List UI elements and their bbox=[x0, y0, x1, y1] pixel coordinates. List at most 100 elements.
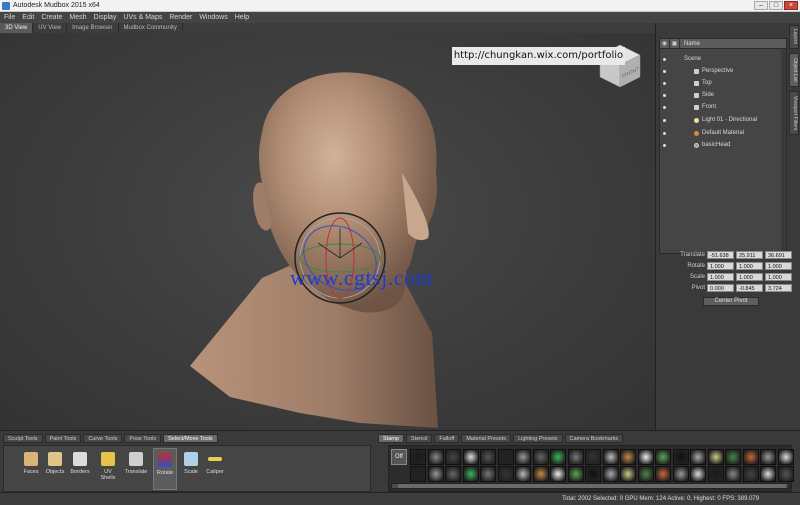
pivot-x-field[interactable]: 0.000 bbox=[707, 284, 734, 292]
stamp-thumbnail[interactable] bbox=[410, 466, 426, 482]
stamp-thumbnail[interactable] bbox=[515, 466, 531, 482]
tab-paint-tools[interactable]: Paint Tools bbox=[44, 434, 82, 443]
menu-uvs-maps[interactable]: UVs & Maps bbox=[123, 14, 162, 21]
visibility-dot[interactable] bbox=[663, 105, 666, 109]
tab-camera-bookmarks[interactable]: Camera Bookmarks bbox=[564, 434, 624, 443]
menu-mesh[interactable]: Mesh bbox=[69, 14, 86, 21]
faces-tool[interactable]: Faces bbox=[19, 448, 43, 490]
tab-object-list[interactable]: Object List bbox=[789, 53, 799, 87]
stamp-thumbnail[interactable] bbox=[655, 449, 671, 465]
translate-y-field[interactable]: 25.911 bbox=[736, 251, 763, 259]
stamp-thumbnail[interactable] bbox=[462, 466, 479, 482]
stamp-thumbnail[interactable] bbox=[462, 449, 479, 465]
visibility-dot[interactable] bbox=[663, 93, 666, 97]
scale-z-field[interactable]: 1.000 bbox=[765, 273, 792, 281]
stamp-thumbnail[interactable] bbox=[585, 449, 601, 465]
tab-image-browser[interactable]: Image Browser bbox=[67, 23, 119, 33]
menu-render[interactable]: Render bbox=[169, 14, 192, 21]
stamp-thumbnail[interactable] bbox=[742, 449, 759, 465]
tab-viewport-filters[interactable]: Viewport Filters bbox=[789, 91, 799, 135]
scale-tool[interactable]: Scale bbox=[179, 448, 203, 490]
stamp-thumbnail[interactable] bbox=[567, 449, 584, 465]
visibility-dot[interactable] bbox=[663, 143, 666, 147]
stamp-thumbnail[interactable] bbox=[480, 466, 496, 482]
pivot-y-field[interactable]: -0.845 bbox=[736, 284, 763, 292]
stamp-thumbnail[interactable] bbox=[602, 449, 619, 465]
menu-create[interactable]: Create bbox=[41, 14, 62, 21]
center-pivot-button[interactable]: Center Pivot bbox=[703, 297, 759, 306]
caliper-tool[interactable]: Caliper bbox=[203, 448, 227, 490]
stamp-thumbnail[interactable] bbox=[410, 449, 426, 465]
stamp-thumbnail[interactable] bbox=[742, 466, 759, 482]
stamp-thumbnail[interactable] bbox=[532, 466, 549, 482]
stamp-thumbnail[interactable] bbox=[620, 449, 636, 465]
stamp-thumbnail[interactable] bbox=[497, 449, 514, 465]
tab-sculpt-tools[interactable]: Sculpt Tools bbox=[3, 434, 43, 443]
minimize-button[interactable]: – bbox=[754, 1, 768, 10]
menu-windows[interactable]: Windows bbox=[199, 14, 227, 21]
stamp-thumbnail[interactable] bbox=[690, 449, 706, 465]
stamp-thumbnail[interactable] bbox=[515, 449, 531, 465]
stamp-thumbnail[interactable] bbox=[725, 466, 741, 482]
stamp-thumbnail[interactable] bbox=[672, 466, 689, 482]
stamp-thumbnail[interactable] bbox=[690, 466, 706, 482]
stamp-thumbnail[interactable] bbox=[725, 449, 741, 465]
rotate-y-field[interactable]: 1.000 bbox=[736, 262, 763, 270]
close-button[interactable]: × bbox=[784, 1, 798, 10]
stamp-thumbnail[interactable] bbox=[760, 466, 776, 482]
tab-curve-tools[interactable]: Curve Tools bbox=[83, 434, 123, 443]
outliner-item-perspective[interactable]: Perspective bbox=[660, 65, 786, 77]
tab-uv-view[interactable]: UV View bbox=[33, 23, 68, 33]
stamp-thumbnail[interactable] bbox=[427, 449, 444, 465]
stamp-thumbnail[interactable] bbox=[550, 466, 566, 482]
menu-edit[interactable]: Edit bbox=[22, 14, 34, 21]
stamp-thumbnail[interactable] bbox=[777, 466, 794, 482]
menu-help[interactable]: Help bbox=[235, 14, 249, 21]
tab-falloff[interactable]: Falloff bbox=[434, 434, 460, 443]
tab-stamp[interactable]: Stamp bbox=[378, 434, 404, 443]
stamp-thumbnail[interactable] bbox=[637, 466, 654, 482]
visibility-dot[interactable] bbox=[663, 81, 666, 85]
tab-lighting-presets[interactable]: Lighting Presets bbox=[513, 434, 563, 443]
outliner-item-default-material[interactable]: Default Material bbox=[660, 127, 786, 139]
pivot-z-field[interactable]: 3.724 bbox=[765, 284, 792, 292]
rotate-z-field[interactable]: 1.000 bbox=[765, 262, 792, 270]
stamp-thumbnail[interactable] bbox=[532, 449, 549, 465]
objects-tool[interactable]: Objects bbox=[43, 448, 67, 490]
visibility-eye-icon[interactable]: ◉ bbox=[660, 38, 670, 49]
stamp-tray-scrollbar[interactable] bbox=[391, 483, 789, 489]
rotate-x-field[interactable]: 1.000 bbox=[707, 262, 734, 270]
stamp-thumbnail[interactable] bbox=[445, 449, 461, 465]
tab-material-presets[interactable]: Material Presets bbox=[461, 434, 512, 443]
menu-file[interactable]: File bbox=[4, 14, 15, 21]
visibility-dot[interactable] bbox=[663, 57, 666, 61]
scrollbar-thumb[interactable] bbox=[398, 484, 786, 488]
scale-x-field[interactable]: 1.000 bbox=[707, 273, 734, 281]
outliner-item-top[interactable]: Top bbox=[660, 77, 786, 89]
tab-select-move-tools[interactable]: Select/Move Tools bbox=[163, 434, 218, 443]
menu-display[interactable]: Display bbox=[93, 14, 116, 21]
outliner-item-basichead[interactable]: basicHead bbox=[660, 139, 786, 151]
uv-shells-tool[interactable]: UV Shells bbox=[96, 448, 120, 490]
outliner-item-front[interactable]: Front bbox=[660, 101, 786, 113]
outliner-item-scene[interactable]: Scene bbox=[660, 53, 786, 65]
scale-y-field[interactable]: 1.000 bbox=[736, 273, 763, 281]
stamp-thumbnail[interactable] bbox=[567, 466, 584, 482]
stamp-thumbnail[interactable] bbox=[585, 466, 601, 482]
stamp-thumbnail[interactable] bbox=[707, 466, 724, 482]
stamp-thumbnail[interactable] bbox=[497, 466, 514, 482]
rotate-tool[interactable]: Rotate bbox=[153, 448, 177, 490]
maximize-button[interactable]: □ bbox=[769, 1, 783, 10]
object-list-scrollbar[interactable] bbox=[781, 49, 786, 253]
stamp-thumbnail[interactable] bbox=[445, 466, 461, 482]
stamp-thumbnail[interactable] bbox=[637, 449, 654, 465]
outliner-item-light[interactable]: Light 01 - Directional bbox=[660, 114, 786, 126]
stamp-thumbnail[interactable] bbox=[480, 449, 496, 465]
visibility-dot[interactable] bbox=[663, 131, 666, 135]
tab-3d-view[interactable]: 3D View bbox=[0, 23, 34, 33]
tab-mudbox-community[interactable]: Mudbox Community bbox=[119, 23, 183, 33]
stamp-thumbnail[interactable] bbox=[602, 466, 619, 482]
tab-pose-tools[interactable]: Pose Tools bbox=[124, 434, 162, 443]
stamp-thumbnail[interactable] bbox=[550, 449, 566, 465]
stamp-thumbnail[interactable] bbox=[672, 449, 689, 465]
